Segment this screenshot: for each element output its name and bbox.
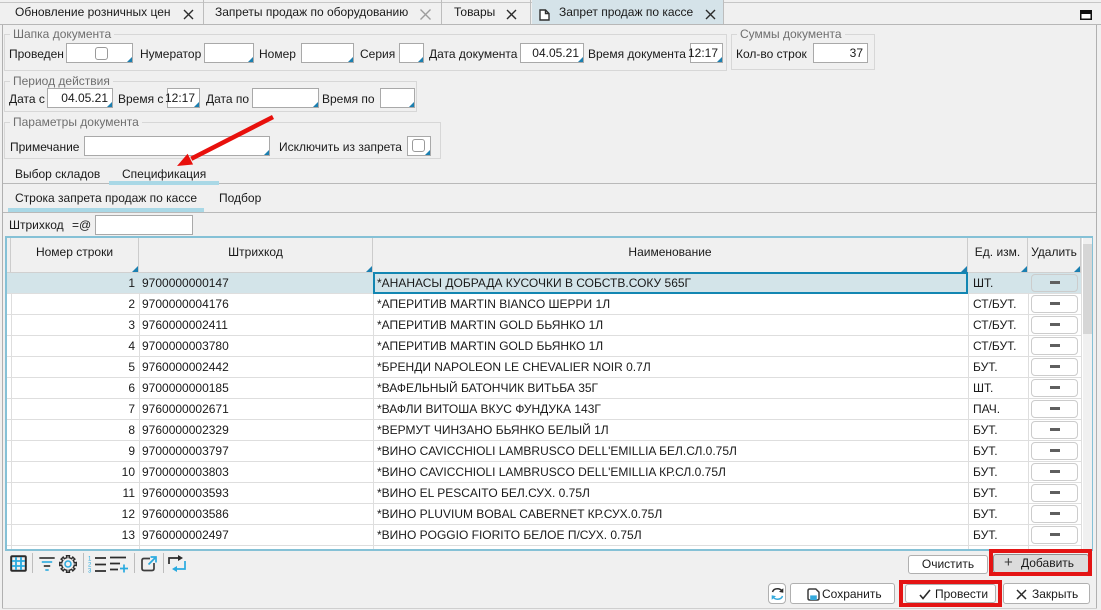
svg-text:3: 3 <box>88 569 92 574</box>
